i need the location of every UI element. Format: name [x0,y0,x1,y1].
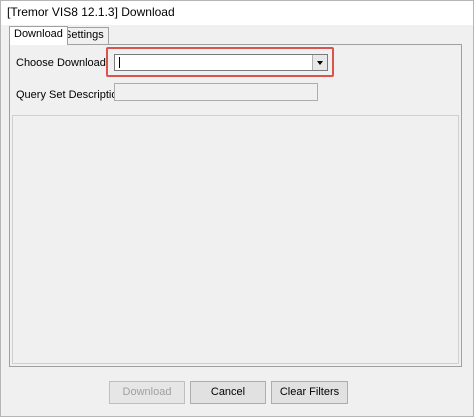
text-caret [119,57,120,68]
download-tab-panel: Choose Download Query Set Description [9,44,462,367]
cancel-button[interactable]: Cancel [190,381,266,404]
query-set-description-field [114,83,318,101]
choose-download-label: Choose Download [16,57,106,69]
tab-download[interactable]: Download [9,26,68,45]
window-title: [Tremor VIS8 12.1.3] Download [7,5,175,19]
download-dialog: [Tremor VIS8 12.1.3] Download Download S… [0,0,474,417]
query-set-description-label: Query Set Description [16,89,124,101]
choose-download-dropdown[interactable] [114,54,328,71]
download-button[interactable]: Download [109,381,185,404]
dropdown-button[interactable] [312,55,327,70]
chevron-down-icon [317,61,323,65]
title-bar[interactable]: [Tremor VIS8 12.1.3] Download [1,1,473,25]
download-content-area [12,115,459,364]
clear-filters-button[interactable]: Clear Filters [271,381,348,404]
